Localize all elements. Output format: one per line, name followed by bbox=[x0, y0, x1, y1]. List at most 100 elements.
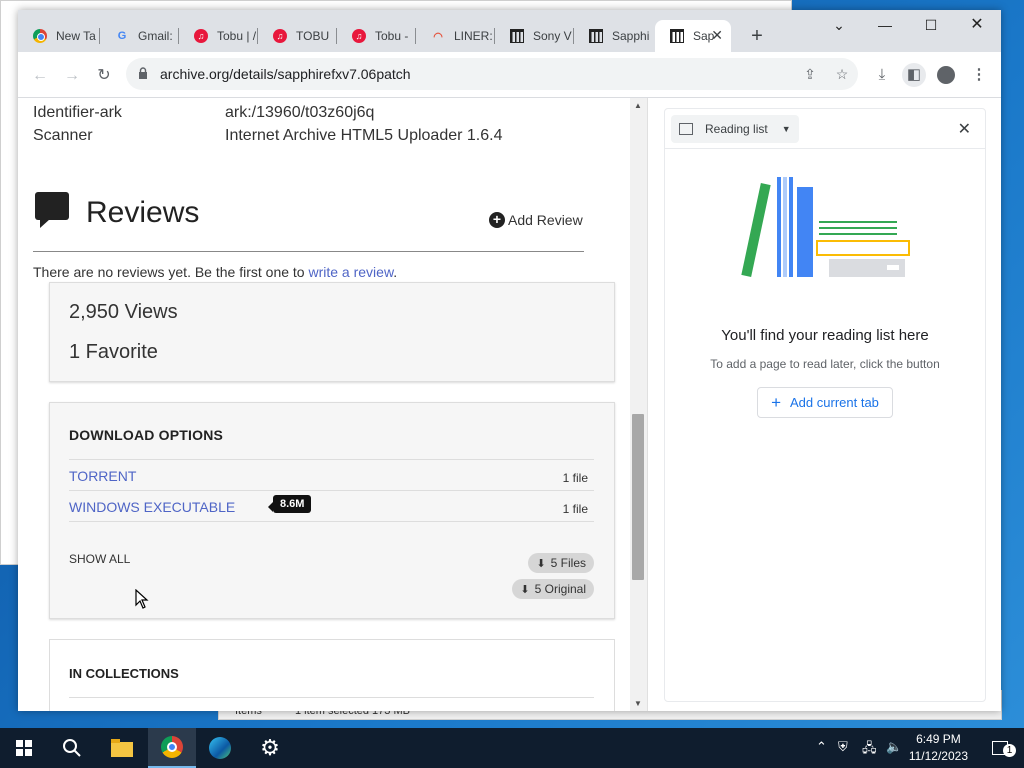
divider bbox=[69, 490, 594, 491]
bookmark-star-icon[interactable]: ☆ bbox=[832, 64, 852, 84]
divider bbox=[69, 521, 594, 522]
views-count: 2,950 Views bbox=[69, 301, 178, 323]
chevron-up-icon[interactable]: ⌃ bbox=[816, 739, 827, 755]
add-review-label: Add Review bbox=[508, 212, 583, 228]
notification-count: 1 bbox=[1003, 744, 1016, 757]
google-icon: G bbox=[117, 30, 127, 42]
download-windows-executable-link[interactable]: WINDOWS EXECUTABLE bbox=[69, 499, 235, 515]
meta-label-scanner: Scanner bbox=[33, 127, 93, 144]
close-window-button[interactable]: ✕ bbox=[954, 10, 1000, 40]
browser-toolbar: ← → ↻ archive.org/details/sapphirefxv7.0… bbox=[18, 52, 1001, 98]
tab-title: Sony V bbox=[533, 29, 572, 43]
minimize-button[interactable]: — bbox=[862, 10, 908, 40]
tab-title: New Ta bbox=[56, 29, 96, 43]
files-pill-label: 5 Files bbox=[550, 556, 586, 570]
notification-center-icon[interactable]: 1 bbox=[976, 728, 1024, 768]
download-torrent-link[interactable]: TORRENT bbox=[69, 468, 136, 484]
tab-title: Tobu - bbox=[375, 29, 409, 43]
reading-list-subtext: To add a page to read later, click the b… bbox=[710, 357, 940, 371]
tab-tobu-3[interactable]: ♫ Tobu - bbox=[337, 20, 416, 52]
music-icon: ♫ bbox=[193, 28, 209, 44]
download-icon: ⬇ bbox=[520, 583, 530, 596]
chrome-taskbar-icon[interactable] bbox=[148, 728, 196, 768]
tab-title: LINER: bbox=[454, 29, 493, 43]
plus-circle-icon: + bbox=[489, 212, 505, 228]
comment-icon bbox=[35, 192, 69, 228]
tab-search-icon[interactable]: ⌄ bbox=[816, 10, 862, 40]
tab-close-icon[interactable]: ✕ bbox=[711, 27, 723, 44]
tab-strip: New Ta G Gmail: ♫ Tobu | / ♫ TOBU ♫ Tobu… bbox=[18, 10, 1001, 52]
reviews-divider bbox=[33, 251, 584, 252]
original-pill-label: 5 Original bbox=[534, 582, 586, 596]
stats-card: 2,950 Views 1 Favorite bbox=[49, 282, 615, 382]
archive-icon bbox=[588, 28, 604, 44]
write-review-link[interactable]: write a review bbox=[308, 264, 393, 280]
profile-avatar-icon[interactable] bbox=[934, 63, 958, 87]
menu-kebab-icon[interactable]: ⋮ bbox=[967, 63, 991, 87]
show-all-link[interactable]: SHOW ALL bbox=[69, 552, 130, 566]
no-reviews-text: There are no reviews yet. Be the first o… bbox=[33, 264, 397, 280]
file-explorer-icon[interactable] bbox=[98, 728, 146, 768]
tab-tobu-2[interactable]: ♫ TOBU bbox=[258, 20, 337, 52]
share-icon[interactable]: ⇪ bbox=[800, 64, 820, 84]
reading-list-icon bbox=[679, 123, 693, 135]
tab-sony[interactable]: Sony V bbox=[495, 20, 574, 52]
reviews-heading: Reviews bbox=[86, 196, 200, 229]
original-pill-button[interactable]: ⬇ 5 Original bbox=[512, 579, 594, 599]
scrollbar-thumb[interactable] bbox=[632, 414, 644, 580]
divider bbox=[69, 697, 594, 698]
chrome-icon bbox=[32, 28, 48, 44]
volume-muted-icon[interactable]: 🔈 bbox=[886, 739, 902, 755]
reading-list-dropdown[interactable]: Reading list ▼ bbox=[671, 115, 799, 143]
downloads-icon[interactable]: ⤓ bbox=[870, 63, 894, 87]
new-tab-button[interactable]: + bbox=[745, 24, 769, 48]
tab-title: Tobu | / bbox=[217, 29, 257, 43]
start-windows-icon[interactable] bbox=[0, 728, 48, 768]
tab-new-tab[interactable]: New Ta bbox=[18, 20, 100, 52]
side-panel-icon[interactable]: ◧ bbox=[902, 63, 926, 87]
lock-icon bbox=[139, 67, 147, 79]
forward-button[interactable]: → bbox=[60, 64, 84, 88]
security-icon[interactable]: ⛨ bbox=[838, 739, 848, 755]
tab-title: Sapphi bbox=[612, 29, 650, 43]
url-text: archive.org/details/sapphirefxv7.06patch bbox=[160, 66, 411, 82]
maximize-button[interactable]: ☐ bbox=[908, 10, 954, 40]
address-bar[interactable]: archive.org/details/sapphirefxv7.06patch… bbox=[126, 58, 858, 90]
mouse-cursor-icon bbox=[135, 589, 149, 609]
settings-gear-icon[interactable]: ⚙ bbox=[246, 728, 294, 768]
no-reviews-prefix: There are no reviews yet. Be the first o… bbox=[33, 264, 309, 280]
torrent-file-count: 1 file bbox=[562, 471, 588, 485]
scroll-up-arrow-icon[interactable]: ▲ bbox=[634, 101, 642, 110]
back-button[interactable]: ← bbox=[28, 64, 52, 88]
network-icon[interactable]: 🖧 bbox=[862, 739, 877, 761]
tab-gmail[interactable]: G Gmail: bbox=[100, 20, 179, 52]
add-current-tab-button[interactable]: + Add current tab bbox=[757, 387, 893, 418]
windows-taskbar: ⚙ ⌃ ⛨ 🖧 🔈 6:49 PM 11/12/2023 1 bbox=[0, 728, 1024, 768]
favorites-count: 1 Favorite bbox=[69, 341, 158, 363]
chrome-window: New Ta G Gmail: ♫ Tobu | / ♫ TOBU ♫ Tobu… bbox=[18, 10, 1001, 711]
system-clock[interactable]: 6:49 PM 11/12/2023 bbox=[909, 731, 968, 765]
reading-list-illustration bbox=[741, 177, 910, 278]
add-review-button[interactable]: + Add Review bbox=[489, 212, 583, 228]
tab-tobu-1[interactable]: ♫ Tobu | / bbox=[179, 20, 258, 52]
side-panel-header: Reading list ▼ ✕ bbox=[665, 109, 985, 149]
reading-list-dropdown-label: Reading list bbox=[705, 122, 768, 136]
download-options-title: DOWNLOAD OPTIONS bbox=[69, 427, 224, 443]
music-icon: ♫ bbox=[272, 28, 288, 44]
meta-label-identifier-ark: Identifier-ark bbox=[33, 104, 122, 121]
tab-sapphire[interactable]: Sapphi bbox=[574, 20, 653, 52]
download-options-card: DOWNLOAD OPTIONS TORRENT 1 file WINDOWS … bbox=[49, 402, 615, 619]
download-icon: ⬇ bbox=[536, 557, 546, 570]
tab-liner[interactable]: ◠ LINER: bbox=[416, 20, 495, 52]
reload-button[interactable]: ↻ bbox=[92, 64, 116, 88]
search-icon[interactable] bbox=[48, 728, 96, 768]
page-scrollbar[interactable]: ▲ ▼ bbox=[630, 98, 647, 711]
edge-icon[interactable] bbox=[196, 728, 244, 768]
tab-active-sapphire[interactable]: Sap ✕ bbox=[655, 20, 731, 52]
meta-value-identifier-ark: ark:/13960/t03z60j6q bbox=[225, 104, 375, 121]
close-side-panel-icon[interactable]: ✕ bbox=[958, 119, 971, 139]
scroll-down-arrow-icon[interactable]: ▼ bbox=[634, 699, 642, 708]
files-pill-button[interactable]: ⬇ 5 Files bbox=[528, 553, 594, 573]
archive-icon bbox=[669, 28, 685, 44]
reading-list-container: Reading list ▼ ✕ You'll find your readin… bbox=[664, 108, 986, 702]
